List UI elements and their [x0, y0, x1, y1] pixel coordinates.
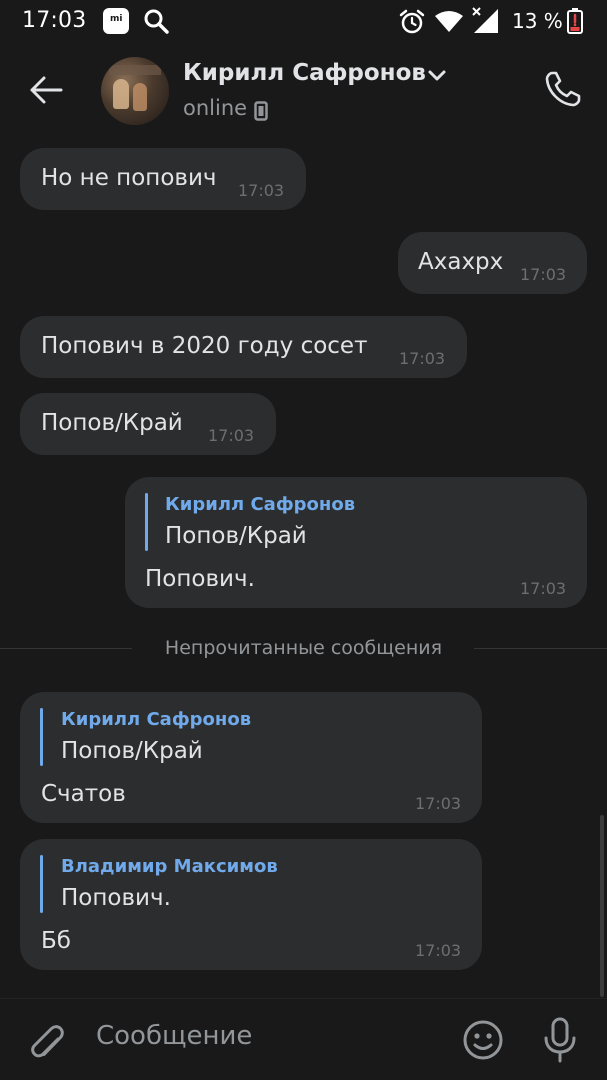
status-bar: 17:03 mi 13 % [0, 0, 607, 44]
call-button[interactable] [538, 64, 588, 114]
reply-author[interactable]: Кирилл Сафронов [61, 709, 251, 730]
message-time: 17:03 [208, 426, 255, 445]
message-text: Ахахрх [418, 249, 504, 275]
signal-icon [472, 7, 498, 33]
voice-message-button[interactable] [538, 1015, 582, 1065]
battery-icon [567, 8, 583, 34]
message-time: 17:03 [415, 794, 462, 813]
emoji-icon [463, 1020, 503, 1060]
chevron-down-icon[interactable] [427, 69, 447, 83]
contact-name[interactable]: Кирилл Сафронов [183, 60, 426, 86]
message-bubble[interactable]: Но не попович 17:03 [20, 148, 306, 210]
message-bubble[interactable]: Владимир Максимов Попович. Бб 17:03 [20, 839, 482, 970]
message-text: Попович. [145, 566, 255, 592]
reply-quote-bar [145, 493, 148, 551]
message-text: Попович в 2020 году сосет [41, 333, 368, 359]
unread-divider-label: Непрочитанные сообщения [164, 637, 443, 659]
reply-text: Попов/Край [165, 523, 307, 549]
alarm-icon [399, 9, 425, 34]
mi-app-label: mi [110, 14, 123, 24]
status-time: 17:03 [22, 8, 87, 33]
paperclip-icon [31, 1025, 64, 1058]
back-button[interactable] [22, 66, 70, 114]
reply-text: Попович. [61, 885, 171, 911]
avatar[interactable] [101, 57, 169, 125]
mobile-device-icon [254, 101, 268, 121]
contact-status: online [183, 96, 248, 120]
message-time: 17:03 [520, 579, 567, 598]
reply-text: Попов/Край [61, 738, 203, 764]
reply-quote-bar [40, 855, 43, 913]
message-bubble[interactable]: Попов/Край 17:03 [20, 393, 276, 455]
reply-quote-bar [40, 708, 43, 766]
arrow-left-icon [30, 76, 63, 104]
reply-author[interactable]: Кирилл Сафронов [165, 494, 355, 515]
battery-percent: 13 % [512, 9, 563, 33]
message-bubble[interactable]: Попович в 2020 году сосет 17:03 [20, 316, 467, 378]
message-composer: Сообщение [0, 998, 607, 1080]
message-input[interactable]: Сообщение [96, 1021, 252, 1051]
reply-author[interactable]: Владимир Максимов [61, 856, 278, 877]
message-time: 17:03 [399, 349, 446, 368]
scrollbar-thumb[interactable] [600, 815, 604, 997]
chat-screen: 17:03 mi 13 % Кирилл Сафронов online Но … [0, 0, 607, 1080]
message-bubble[interactable]: Кирилл Сафронов Попов/Край Счатов 17:03 [20, 692, 482, 823]
phone-icon [545, 71, 581, 107]
message-text: Счатов [41, 781, 126, 807]
chat-header: Кирилл Сафронов online [0, 44, 607, 140]
message-text: Но не попович [41, 165, 217, 191]
microphone-icon [544, 1017, 576, 1063]
wifi-icon [435, 11, 463, 32]
mi-app-icon: mi [103, 8, 129, 34]
attach-button[interactable] [24, 1017, 68, 1063]
message-text: Бб [41, 928, 71, 954]
message-bubble[interactable]: Кирилл Сафронов Попов/Край Попович. 17:0… [125, 477, 587, 608]
message-time: 17:03 [238, 181, 285, 200]
message-text: Попов/Край [41, 410, 183, 436]
message-time: 17:03 [520, 265, 567, 284]
message-bubble[interactable]: Ахахрх 17:03 [398, 232, 587, 294]
search-icon [144, 9, 169, 34]
emoji-button[interactable] [460, 1017, 506, 1063]
message-time: 17:03 [415, 941, 462, 960]
